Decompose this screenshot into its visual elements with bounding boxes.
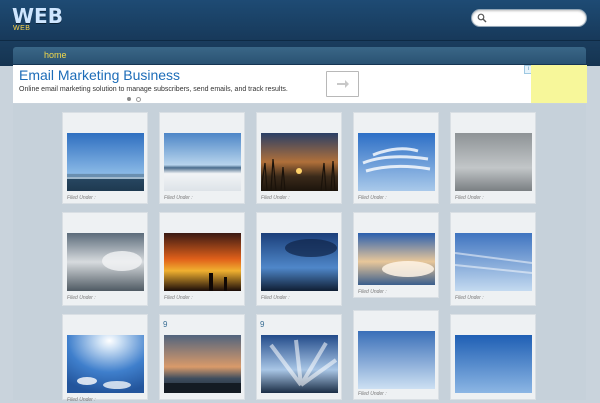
ad-carousel-dot[interactable] [127,97,131,101]
filed-under-label: Filed Under : [261,195,290,201]
filed-under-label: Filed Under : [455,195,484,201]
site-header: WEB WEB [0,0,600,41]
gallery-card[interactable]: Filed Under : [62,314,148,403]
filed-under-label: Filed Under : [67,195,96,201]
main-nav: home [13,47,586,64]
cumulus-image[interactable] [358,233,435,285]
gallery-card[interactable]: 9 [256,314,342,400]
gallery-card[interactable]: Filed Under : [159,112,245,204]
gallery-area: Filed Under : Filed Under : Filed Under … [13,104,586,403]
clear-sky-image[interactable] [358,331,435,389]
blue-gradient-image[interactable] [455,335,532,393]
filed-under-label: Filed Under : [358,391,387,397]
gallery-card[interactable]: Filed Under : [353,310,439,400]
gallery-card[interactable]: Filed Under : [256,212,342,306]
item-number: 9 [163,320,168,329]
orange-sunset-image[interactable] [164,233,241,291]
filed-under-label: Filed Under : [164,195,193,201]
item-number: 9 [260,320,265,329]
filed-under-label: Filed Under : [164,295,193,301]
streaked-sky-image[interactable] [455,233,532,291]
search-box[interactable] [471,9,587,27]
gallery-card[interactable]: Filed Under : [159,212,245,306]
ad-banner[interactable]: Email Marketing Business Online email ma… [13,65,533,103]
gallery-card[interactable]: Filed Under : [256,112,342,204]
ad-title[interactable]: Email Marketing Business [19,67,180,83]
nav-item-home[interactable]: home [44,50,67,60]
gallery-card[interactable] [450,314,536,400]
filed-under-label: Filed Under : [67,295,96,301]
ad-description: Online email marketing solution to manag… [19,86,288,93]
gallery-card[interactable]: Filed Under : [353,212,439,298]
gallery-card[interactable]: 9 [159,314,245,400]
ad-side-panel [531,65,587,103]
grey-clouds-image[interactable] [67,233,144,291]
site-logo-subtitle: WEB [13,25,31,32]
filed-under-label: Filed Under : [455,295,484,301]
filed-under-label: Filed Under : [261,295,290,301]
search-input[interactable] [490,11,580,24]
filed-under-label: Filed Under : [358,195,387,201]
harbor-sunset-image[interactable] [164,335,241,393]
blue-dusk-image[interactable] [261,233,338,291]
sunset-reeds-image[interactable] [261,133,338,191]
gallery-card[interactable]: Filed Under : [450,112,536,204]
cirrus-sky-image[interactable] [358,133,435,191]
ad-carousel-dot[interactable] [136,97,141,102]
filed-under-label: Filed Under : [67,397,96,403]
gallery-card[interactable]: Filed Under : [353,112,439,204]
ad-open-button[interactable] [326,71,359,97]
site-logo[interactable]: WEB [12,6,63,26]
arrow-right-icon [337,80,349,88]
snow-beach-image[interactable] [164,133,241,191]
search-icon[interactable] [477,13,487,23]
harbor-image[interactable] [67,133,144,191]
gallery-card[interactable]: Filed Under : [62,212,148,306]
filed-under-label: Filed Under : [358,289,387,295]
overcast-sky-image[interactable] [455,133,532,191]
gallery-card[interactable]: Filed Under : [62,112,148,204]
sun-glare-image[interactable] [67,335,144,393]
gallery-card[interactable]: Filed Under : [450,212,536,306]
radiating-clouds-image[interactable] [261,335,338,393]
